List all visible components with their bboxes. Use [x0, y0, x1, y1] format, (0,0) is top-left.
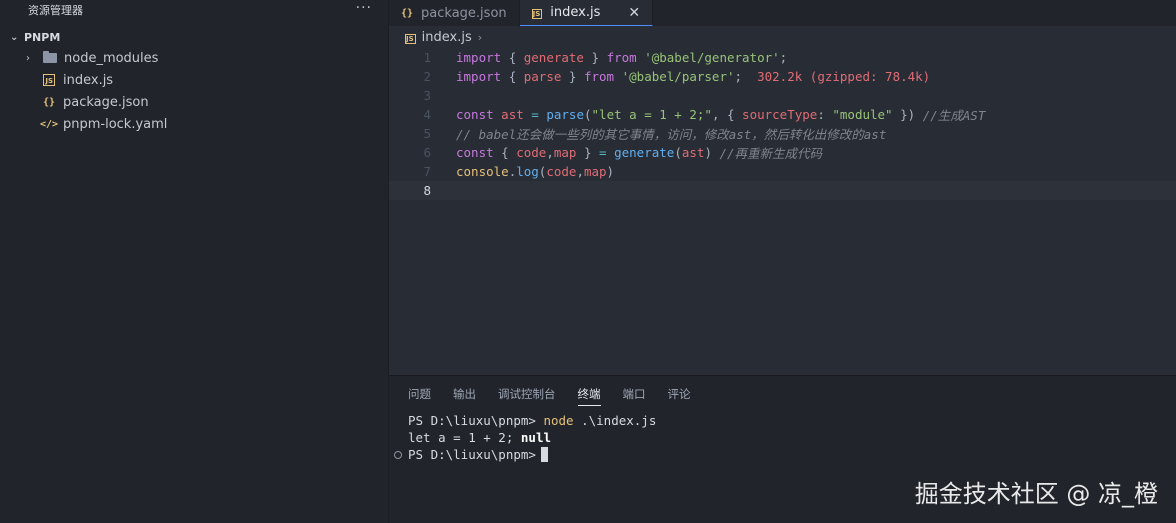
line-number: 6	[423, 145, 431, 160]
tree-item-label: node_modules	[64, 50, 159, 66]
tab-package-json[interactable]: {} package.json	[389, 0, 520, 26]
json-file-icon: {}	[42, 96, 56, 108]
tab-index-js[interactable]: JS index.js ✕	[519, 0, 654, 26]
code-line[interactable]: 7 console.log(code,map)	[389, 162, 1176, 181]
tab-label: package.json	[421, 5, 507, 21]
terminal-output: let a = 1 + 2;	[408, 430, 521, 445]
terminal-prompt: PS D:\liuxu\pnpm>	[408, 413, 544, 428]
breadcrumb-separator: ›	[477, 30, 483, 44]
more-actions-icon[interactable]: ···	[356, 0, 372, 16]
tab-terminal[interactable]: 终端	[577, 383, 601, 406]
terminal-line: PS D:\liuxu\pnpm>	[394, 446, 1176, 463]
import-cost-label: 302.2k (gzipped: 78.4k)	[757, 69, 931, 84]
terminal-command: node	[543, 413, 574, 428]
root-folder[interactable]: ⌄ PNPM	[0, 27, 388, 47]
code-comment: //再重新生成代码	[719, 146, 823, 161]
tree-item-node-modules[interactable]: › node_modules	[0, 47, 388, 69]
code-line[interactable]: 2 import { parse } from '@babel/parser';…	[389, 67, 1176, 86]
code-comment: // babel还会做一些列的其它事情，访问，修改ast，然后转化出修改的ast	[456, 127, 887, 142]
terminal-line: PS D:\liuxu\pnpm> node .\index.js	[408, 412, 1176, 429]
js-file-icon: JS	[41, 74, 57, 86]
tab-debug-console[interactable]: 调试控制台	[498, 383, 556, 405]
json-icon: {}	[401, 7, 414, 19]
terminal-args: .\index.js	[573, 413, 657, 428]
line-number: 5	[423, 126, 431, 141]
close-icon[interactable]: ✕	[628, 5, 640, 21]
yaml-file-icon: </>	[39, 118, 59, 130]
terminal-prompt: PS D:\liuxu\pnpm>	[408, 447, 536, 462]
code-text: console.log(code,map)	[456, 164, 615, 179]
explorer-header: 资源管理器 ···	[0, 0, 388, 20]
code-text: const ast = parse("let a = 1 + 2;", { so…	[456, 107, 916, 122]
terminal-line: let a = 1 + 2; null	[408, 429, 1176, 446]
panel-tabs: 问题 输出 调试控制台 终端 端口 评论	[389, 376, 1176, 412]
folder-icon	[42, 51, 58, 63]
tree-item-package-json[interactable]: {} package.json	[0, 91, 388, 113]
tree-item-pnpm-lock[interactable]: </> pnpm-lock.yaml	[0, 113, 388, 135]
line-number: 4	[423, 107, 431, 122]
tab-comments[interactable]: 评论	[668, 383, 691, 405]
bottom-panel: 问题 输出 调试控制台 终端 端口 评论 PS D:\liuxu\pnpm> n…	[389, 375, 1176, 523]
code-text: const { code,map } = generate(ast)	[456, 145, 712, 160]
tab-bar: {} package.json JS index.js ✕	[389, 0, 1176, 26]
line-number: 1	[423, 50, 431, 65]
code-text: import { generate } from '@babel/generat…	[456, 50, 788, 65]
tree-item-label: pnpm-lock.yaml	[63, 116, 168, 132]
terminal[interactable]: PS D:\liuxu\pnpm> node .\index.js let a …	[389, 412, 1176, 463]
line-number: 7	[423, 164, 431, 179]
breadcrumb: JS index.js ›	[389, 26, 1176, 48]
explorer-title: 资源管理器	[28, 4, 83, 17]
tab-problems[interactable]: 问题	[408, 383, 431, 405]
code-text: import { parse } from '@babel/parser';	[456, 69, 743, 84]
code-line[interactable]: 4 const ast = parse("let a = 1 + 2;", { …	[389, 105, 1176, 124]
chevron-right-icon: ›	[26, 52, 30, 64]
tree-item-label: package.json	[63, 94, 149, 110]
tree-item-index-js[interactable]: JS index.js	[0, 69, 388, 91]
code-comment: //生成AST	[922, 108, 986, 123]
root-folder-label: PNPM	[24, 30, 61, 44]
line-number: 2	[423, 69, 431, 84]
tab-label: index.js	[550, 5, 601, 20]
code-line[interactable]: 1 import { generate } from '@babel/gener…	[389, 48, 1176, 67]
line-number: 8	[423, 183, 431, 198]
code-line[interactable]: 5 // babel还会做一些列的其它事情，访问，修改ast，然后转化出修改的a…	[389, 124, 1176, 143]
tree-item-label: index.js	[63, 72, 114, 88]
js-icon: JS	[405, 33, 416, 44]
code-line[interactable]: 3	[389, 86, 1176, 105]
breadcrumb-file[interactable]: index.js	[422, 30, 472, 45]
editor-area: {} package.json JS index.js ✕ JS index.j…	[389, 0, 1176, 375]
code-line[interactable]: 6 const { code,map } = generate(ast) //再…	[389, 143, 1176, 162]
tab-output[interactable]: 输出	[453, 383, 476, 405]
tab-ports[interactable]: 端口	[623, 383, 646, 405]
code-editor[interactable]: 1 import { generate } from '@babel/gener…	[389, 48, 1176, 200]
chevron-down-icon: ⌄	[10, 31, 19, 43]
watermark: 掘金技术社区 @ 凉_橙	[914, 480, 1158, 508]
terminal-output-null: null	[520, 430, 551, 445]
status-dot-icon	[394, 450, 402, 459]
line-number: 3	[423, 88, 431, 103]
cursor	[540, 447, 548, 462]
js-icon: JS	[531, 9, 543, 19]
explorer-sidebar: 资源管理器 ··· ⌄ PNPM › node_modules JS index…	[0, 0, 389, 523]
code-line-current[interactable]: 8	[389, 181, 1176, 200]
